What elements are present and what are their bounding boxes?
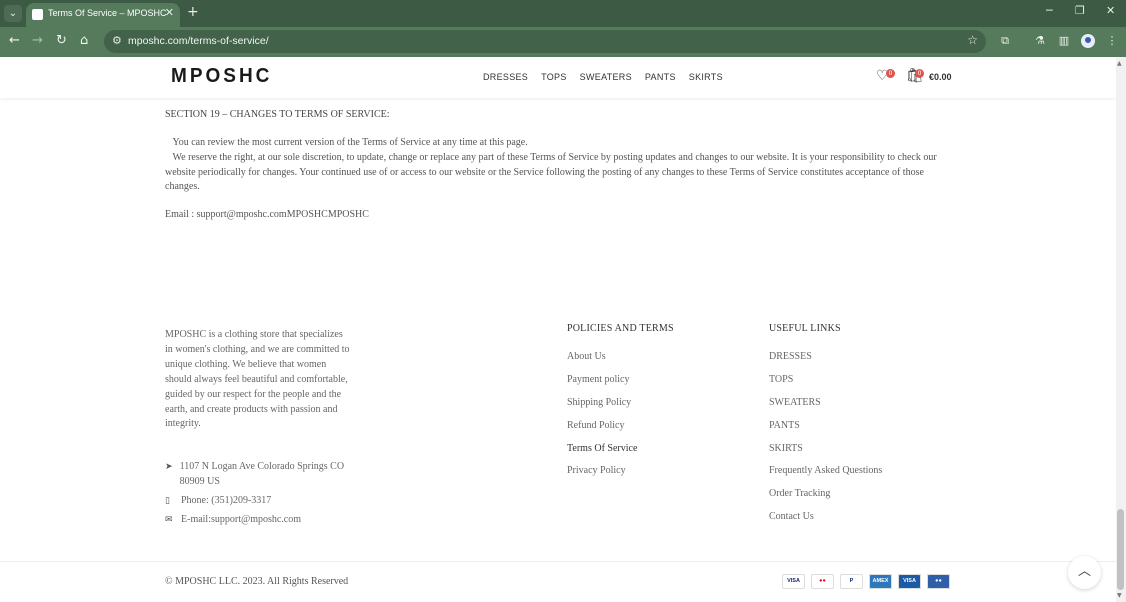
new-tab-plus-icon[interactable]: + [187,4,199,20]
nav-item-sweaters[interactable]: SWEATERS [580,72,632,82]
back-arrow-icon[interactable]: ← [9,33,20,48]
useful-links-title: USEFUL LINKS [769,323,841,334]
useful-link-order-tracking[interactable]: Order Tracking [769,486,882,501]
back-to-top-chevron-up-icon[interactable]: ︿ [1068,556,1101,589]
address-text: 1107 N Logan Ave Colorado Springs CO 809… [179,461,345,487]
nav-item-skirts[interactable]: SKIRTS [689,72,723,82]
footer-email: ✉ E-mail:support@mposhc.com [165,513,301,528]
policies-title: POLICIES AND TERMS [567,323,674,334]
scroll-down-arrow-icon[interactable]: ▼ [1117,592,1122,599]
email-text[interactable]: E-mail:support@mposhc.com [181,513,301,528]
footer-phone: ▯ Phone: (351)209-3317 [165,494,271,509]
footer-about-text: MPOSHC is a clothing store that speciali… [165,329,350,430]
nav-item-dresses[interactable]: DRESSES [483,72,528,82]
visa-card-icon: VISA [782,574,805,589]
url-text[interactable]: mposhc.com/terms-of-service/ [128,35,269,47]
site-logo[interactable]: MPOSHC [171,65,272,88]
envelope-icon: ✉ [165,515,173,525]
home-icon[interactable]: ⌂ [80,33,88,48]
nav-item-tops[interactable]: TOPS [541,72,567,82]
section-title: SECTION 19 – CHANGES TO TERMS OF SERVICE… [165,109,390,120]
wishlist-count-badge: 0 [886,69,895,78]
address-bar[interactable]: ⚙ mposhc.com/terms-of-service/ ☆ [104,30,986,53]
useful-link-skirts[interactable]: SKIRTS [769,441,882,456]
restore-icon[interactable]: ❐ [1075,4,1085,17]
side-panel-icon[interactable]: ▥ [1057,34,1071,48]
footer-divider [0,561,1116,562]
browser-toolbar: ← → ↻ ⌂ ⚙ mposhc.com/terms-of-service/ ☆… [0,27,1126,57]
tab-title: Terms Of Service – MPOSHC [48,8,167,18]
useful-links-list: DRESSES TOPS SWEATERS PANTS SKIRTS Frequ… [769,349,882,524]
cart-total[interactable]: €0.00 [929,72,952,82]
phone-icon: ▯ [165,496,170,506]
paypal-card-icon: P [840,574,863,589]
tab-favicon-icon [32,9,43,20]
policy-link-privacy[interactable]: Privacy Policy [567,463,637,478]
tab-search-chevron-down-icon[interactable]: ⌄ [4,5,22,22]
labs-flask-icon[interactable]: ⚗ [1033,34,1047,48]
mastercard-card-icon: ●● [811,574,834,589]
visa-electron-card-icon: VISA [898,574,921,589]
forward-arrow-icon[interactable]: → [32,33,43,48]
footer-address: ➤ 1107 N Logan Ave Colorado Springs CO 8… [165,460,355,490]
main-nav: DRESSES TOPS SWEATERS PANTS SKIRTS [483,72,723,82]
reload-icon[interactable]: ↻ [56,33,67,48]
policies-list: About Us Payment policy Shipping Policy … [567,349,637,478]
extensions-puzzle-icon[interactable]: ⧉ [998,34,1012,48]
useful-link-faq[interactable]: Frequently Asked Questions [769,463,882,478]
terms-paragraph-1-text: You can review the most current version … [172,137,528,148]
useful-link-pants[interactable]: PANTS [769,418,882,433]
site-header: MPOSHC DRESSES TOPS SWEATERS PANTS SKIRT… [0,57,1116,98]
site-info-icon[interactable]: ⚙ [112,34,122,47]
browser-tab-bar: ⌄ Terms Of Service – MPOSHC ✕ + ─ ❐ ✕ [0,0,1126,27]
bookmark-star-icon[interactable]: ☆ [967,33,978,47]
minimize-icon[interactable]: ─ [1046,4,1053,17]
copyright-text: © MPOSHC LLC. 2023. All Rights Reserved [165,576,349,587]
maestro-card-icon: ●● [927,574,950,589]
close-window-icon[interactable]: ✕ [1106,4,1115,17]
tab-close-icon[interactable]: ✕ [165,6,174,19]
policy-link-shipping[interactable]: Shipping Policy [567,395,637,410]
profile-icon[interactable] [1081,34,1095,48]
browser-tab[interactable]: Terms Of Service – MPOSHC ✕ [26,3,180,27]
cart-count-badge: 0 [915,69,924,78]
policy-link-payment[interactable]: Payment policy [567,372,637,387]
amex-card-icon: AMEX [869,574,892,589]
phone-text[interactable]: Phone: (351)209-3317 [181,494,271,509]
useful-link-tops[interactable]: TOPS [769,372,882,387]
terms-paragraph-2-text: We reserve the right, at our sole discre… [165,152,937,193]
payment-methods: VISA ●● P AMEX VISA ●● [782,574,950,589]
useful-link-dresses[interactable]: DRESSES [769,349,882,364]
policy-link-about-us[interactable]: About Us [567,349,637,364]
contact-email-line: Email : support@mposhc.comMPOSHCMPOSHC [165,209,369,220]
scroll-up-arrow-icon[interactable]: ▲ [1117,60,1122,67]
useful-link-sweaters[interactable]: SWEATERS [769,395,882,410]
kebab-menu-icon[interactable]: ⋮ [1105,34,1119,48]
useful-link-contact-us[interactable]: Contact Us [769,509,882,524]
scrollbar-thumb[interactable] [1117,509,1124,590]
terms-paragraph-2: We reserve the right, at our sole discre… [165,151,955,195]
policy-link-refund[interactable]: Refund Policy [567,418,637,433]
nav-item-pants[interactable]: PANTS [645,72,676,82]
policy-link-terms[interactable]: Terms Of Service [567,441,637,456]
location-arrow-icon: ➤ [165,462,173,472]
terms-paragraph-1: You can review the most current version … [165,136,955,151]
